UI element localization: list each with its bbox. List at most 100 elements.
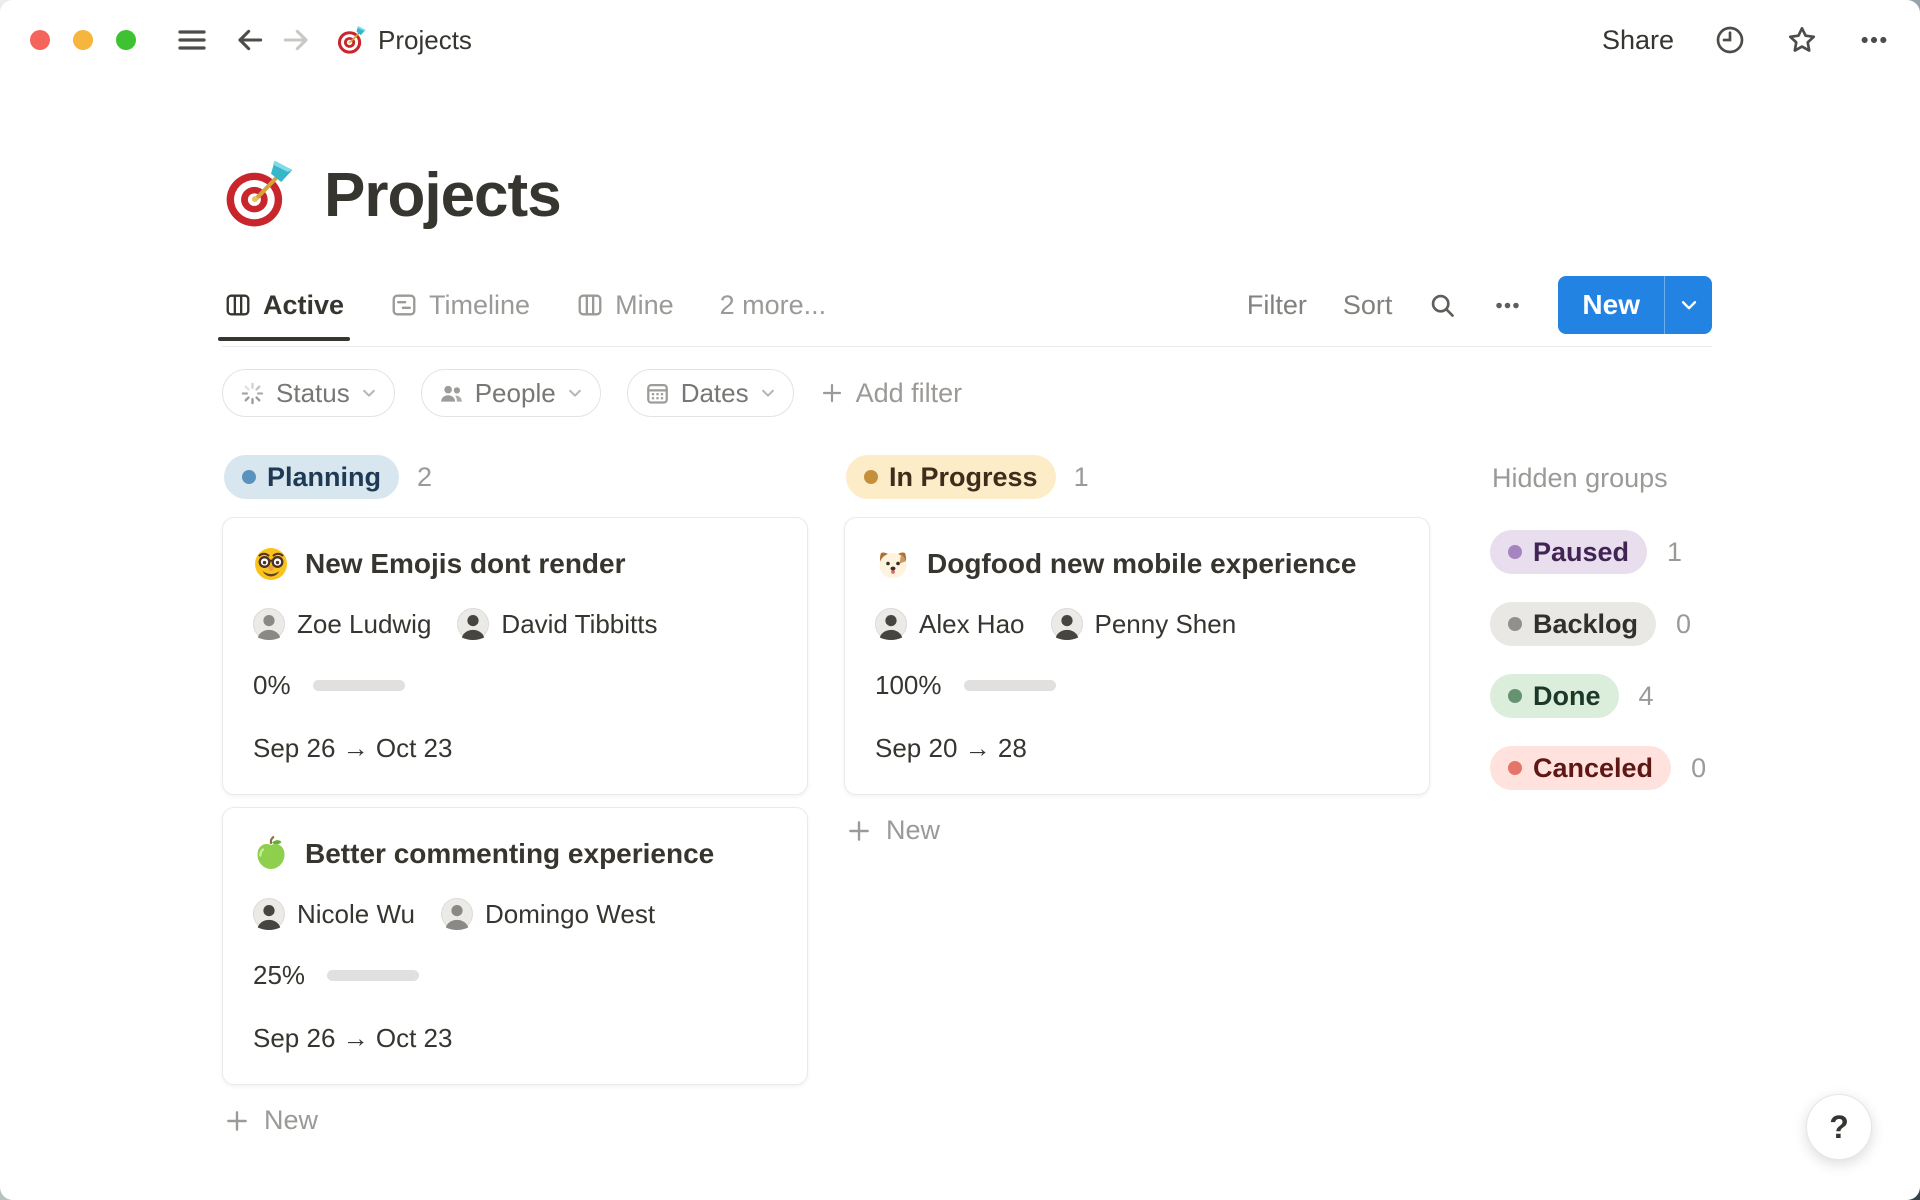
add-card-label: New: [886, 815, 941, 845]
hidden-groups-title: Hidden groups: [1492, 463, 1668, 493]
group-header-planning: Planning 2: [222, 455, 808, 499]
chip-label: Status: [276, 377, 350, 408]
progress-row: 0%: [253, 670, 777, 701]
card-title: Dogfood new mobile experience: [927, 548, 1357, 579]
group-name: Done: [1533, 680, 1601, 711]
assignee-name: Penny Shen: [1094, 608, 1237, 639]
add-card-label: New: [264, 1105, 319, 1135]
status-badge-backlog: Backlog: [1490, 602, 1657, 646]
group-count: 0: [1691, 752, 1707, 783]
add-card-button-in-progress[interactable]: New: [844, 809, 1430, 852]
project-card-better-commenting[interactable]: Better commenting experience Nicole Wu D…: [222, 807, 808, 1085]
status-dot: [1508, 689, 1522, 703]
breadcrumb[interactable]: Projects: [336, 25, 472, 56]
people-filter-chip[interactable]: People: [420, 369, 601, 417]
chevron-down-icon: [1678, 294, 1700, 316]
timeline-view-icon: [390, 291, 418, 319]
minimize-window-button[interactable]: [73, 30, 93, 50]
tab-label: 2 more...: [719, 289, 827, 320]
help-button[interactable]: ?: [1806, 1094, 1872, 1160]
add-card-button-planning[interactable]: New: [222, 1099, 808, 1142]
card-title-row: Dogfood new mobile experience: [875, 546, 1399, 582]
sidebar-toggle-icon[interactable]: [176, 24, 208, 56]
assignee: Nicole Wu: [253, 898, 415, 930]
more-options-icon[interactable]: [1858, 24, 1890, 56]
topbar-actions: Share: [1602, 24, 1890, 56]
tab-more-views[interactable]: 2 more...: [718, 284, 829, 339]
chip-label: People: [474, 377, 556, 408]
assignee-name: David Tibbitts: [501, 608, 658, 639]
view-tabs: Active Timeline Mine 2 more...: [217, 284, 829, 341]
forward-arrow-icon[interactable]: [280, 24, 312, 56]
page-target-emoji[interactable]: [222, 158, 296, 232]
status-dot: [1508, 545, 1522, 559]
status-badge-in-progress[interactable]: In Progress: [846, 455, 1056, 499]
project-card-dogfood-mobile[interactable]: Dogfood new mobile experience Alex Hao P…: [844, 517, 1430, 795]
favorite-star-icon[interactable]: [1786, 24, 1818, 56]
group-name: Planning: [267, 461, 381, 492]
tab-mine-view[interactable]: Mine: [574, 284, 676, 339]
page-header: Projects: [222, 158, 1712, 232]
group-count: 1: [1073, 461, 1089, 492]
green-apple-emoji: [253, 836, 289, 872]
tab-timeline-view[interactable]: Timeline: [388, 284, 532, 339]
add-filter-button[interactable]: Add filter: [820, 377, 963, 409]
sort-button[interactable]: Sort: [1343, 290, 1393, 321]
board-view-icon: [224, 291, 252, 319]
date-range: Sep 26 → Oct 23: [253, 733, 453, 763]
calendar-icon: [644, 380, 671, 407]
date-range: Sep 26 → Oct 23: [253, 1023, 453, 1053]
share-button[interactable]: Share: [1602, 25, 1674, 56]
filter-chip-row: Status People Dates Add filter: [222, 369, 1712, 417]
project-card-new-emojis[interactable]: New Emojis dont render Zoe Ludwig David …: [222, 517, 808, 795]
add-filter-label: Add filter: [855, 377, 963, 408]
hidden-group-done[interactable]: Done 4: [1490, 674, 1712, 718]
group-count: 4: [1638, 680, 1654, 711]
hidden-group-canceled[interactable]: Canceled 0: [1490, 746, 1712, 790]
new-button[interactable]: New: [1558, 276, 1664, 334]
tab-label: Timeline: [429, 289, 531, 320]
view-options-ellipsis-icon[interactable]: [1493, 291, 1522, 320]
hidden-group-paused[interactable]: Paused 1: [1490, 530, 1712, 574]
tab-active-view[interactable]: Active: [217, 284, 351, 341]
breadcrumb-title: Projects: [378, 24, 472, 55]
close-window-button[interactable]: [30, 30, 50, 50]
date-range: Sep 20 → 28: [875, 733, 1027, 763]
progress-bar: [327, 970, 420, 981]
column-planning: Planning 2 New Emojis dont render Zoe Lu…: [222, 455, 808, 1142]
chip-label: Dates: [680, 377, 749, 408]
status-filter-chip[interactable]: Status: [222, 369, 395, 417]
status-badge-canceled: Canceled: [1490, 746, 1672, 790]
avatar-alex-hao: [875, 608, 907, 640]
card-title-row: Better commenting experience: [253, 836, 777, 872]
progress-row: 100%: [875, 670, 1399, 701]
assignee-row: Alex Hao Penny Shen: [875, 608, 1399, 640]
back-arrow-icon[interactable]: [234, 24, 266, 56]
assignee-name: Alex Hao: [919, 608, 1025, 639]
card-title-row: New Emojis dont render: [253, 546, 777, 582]
progress-label: 100%: [875, 670, 942, 700]
hidden-group-backlog[interactable]: Backlog 0: [1490, 602, 1712, 646]
chevron-down-icon: [360, 384, 378, 402]
assignee: Zoe Ludwig: [253, 608, 431, 640]
avatar-penny-shen: [1051, 608, 1083, 640]
search-icon[interactable]: [1428, 291, 1457, 320]
column-in-progress: In Progress 1 Dogfood new mobile experie…: [844, 455, 1430, 852]
status-dot: [864, 470, 878, 484]
progress-bar: [963, 680, 1056, 691]
status-dot: [1508, 761, 1522, 775]
progress-row: 25%: [253, 960, 777, 991]
dates-filter-chip[interactable]: Dates: [626, 369, 794, 417]
people-icon: [438, 380, 465, 407]
chevron-down-icon: [759, 384, 777, 402]
tab-label: Active: [263, 289, 345, 320]
avatar-david-tibbitts: [457, 608, 489, 640]
zoom-window-button[interactable]: [116, 30, 136, 50]
new-button-dropdown[interactable]: [1664, 276, 1712, 334]
status-badge-planning[interactable]: Planning: [224, 455, 399, 499]
group-name: In Progress: [889, 461, 1038, 492]
page-title[interactable]: Projects: [324, 160, 562, 231]
window-topbar: Projects Share: [0, 0, 1920, 80]
updates-clock-icon[interactable]: [1714, 24, 1746, 56]
filter-button[interactable]: Filter: [1247, 290, 1307, 321]
